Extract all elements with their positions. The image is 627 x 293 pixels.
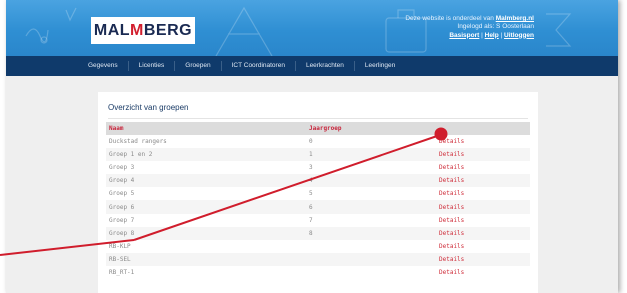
nav-gegevens[interactable]: Gegevens — [88, 61, 128, 71]
group-name: Groep 3 — [109, 164, 135, 172]
details-link[interactable]: Details — [436, 161, 530, 174]
malmberg-logo[interactable]: MALMBERG — [91, 17, 195, 44]
nav-leerkrachten[interactable]: Leerkrachten — [294, 61, 354, 71]
group-name: RB-SEL — [106, 252, 306, 266]
group-name: Duckstad rangers — [109, 138, 167, 146]
details-link[interactable]: Details — [436, 252, 530, 266]
details-link[interactable]: Details — [436, 187, 530, 200]
group-name: Groep 1 en 2 — [106, 148, 306, 162]
groups-table: Naam Jaargroep Duckstad rangers 0 Details … — [106, 122, 530, 279]
details-link[interactable]: Details — [436, 148, 530, 162]
group-year: 3 — [309, 164, 313, 172]
help-link[interactable]: Help — [485, 32, 499, 39]
table-row: Groep 3 3 Details — [106, 161, 530, 174]
logged-in-text: Ingelogd als: S Oosterlaan — [457, 23, 534, 31]
column-header-jaargroep[interactable]: Jaargroep — [306, 122, 436, 135]
group-name: Groep 6 — [106, 200, 306, 214]
details-link[interactable]: Details — [436, 135, 530, 148]
table-row: Groep 4 4 Details — [106, 174, 530, 188]
group-year: 6 — [306, 200, 436, 214]
site-header: MALMBERG Deze website is onderdeel van M… — [6, 0, 618, 56]
nav-ict-coordinatoren[interactable]: ICT Coordinatoren — [220, 61, 295, 71]
table-row: RB-SEL Details — [106, 252, 530, 266]
column-header-naam[interactable]: Naam — [106, 122, 306, 135]
group-year: 1 — [306, 148, 436, 162]
header-user-info: Deze website is onderdeel van Malmberg.n… — [405, 15, 534, 40]
table-header-row: Naam Jaargroep — [106, 122, 530, 135]
group-name: RB_RT-1 — [109, 268, 135, 276]
logout-link[interactable]: Uitloggen — [504, 32, 534, 39]
divider — [108, 118, 528, 119]
group-name: Groep 4 — [106, 174, 306, 188]
group-year: 4 — [306, 174, 436, 188]
basisport-link[interactable]: Basisport — [449, 32, 479, 39]
details-link[interactable]: Details — [436, 214, 530, 227]
group-year — [306, 266, 436, 279]
logo-text-left: MAL — [93, 21, 131, 39]
group-name: Groep 7 — [109, 216, 135, 224]
table-row: Duckstad rangers 0 Details — [106, 135, 530, 148]
details-link[interactable]: Details — [436, 240, 530, 253]
groups-panel: Overzicht van groepen Naam Jaargroep Duc… — [98, 92, 538, 293]
nav-licenties[interactable]: Licenties — [127, 61, 175, 71]
site-part-text: Deze website is onderdeel van — [405, 15, 496, 22]
group-year: 7 — [309, 216, 313, 224]
logo-text-right: BERG — [143, 21, 193, 39]
logo-text-accent: M — [130, 21, 144, 39]
nav-leerlingen[interactable]: Leerlingen — [353, 61, 405, 71]
table-row: RB-KLP Details — [106, 240, 530, 253]
panel-title: Overzicht van groepen — [108, 103, 189, 112]
group-year — [306, 240, 436, 253]
browser-frame: MALMBERG Deze website is onderdeel van M… — [6, 0, 618, 293]
table-row: Groep 5 5 Details — [106, 187, 530, 200]
details-link[interactable]: Details — [436, 200, 530, 214]
details-link[interactable]: Details — [436, 266, 530, 279]
details-link[interactable]: Details — [436, 174, 530, 188]
group-name: RB-KLP — [109, 242, 131, 250]
table-row: Groep 8 8 Details — [106, 226, 530, 240]
column-header-actions — [436, 122, 530, 135]
nav-groepen[interactable]: Groepen — [174, 61, 220, 71]
table-row: Groep 1 en 2 1 Details — [106, 148, 530, 162]
table-row: Groep 6 6 Details — [106, 200, 530, 214]
table-row: RB_RT-1 Details — [106, 266, 530, 279]
main-nav: Gegevens Licenties Groepen ICT Coordinat… — [6, 56, 618, 76]
group-year — [306, 252, 436, 266]
details-link[interactable]: Details — [436, 226, 530, 240]
group-name: Groep 8 — [106, 226, 306, 240]
group-year: 8 — [306, 226, 436, 240]
group-year: 0 — [309, 138, 313, 146]
group-year: 5 — [309, 190, 313, 198]
group-name: Groep 5 — [109, 190, 135, 198]
table-row: Groep 7 7 Details — [106, 214, 530, 227]
malmberg-link[interactable]: Malmberg.nl — [496, 15, 534, 22]
